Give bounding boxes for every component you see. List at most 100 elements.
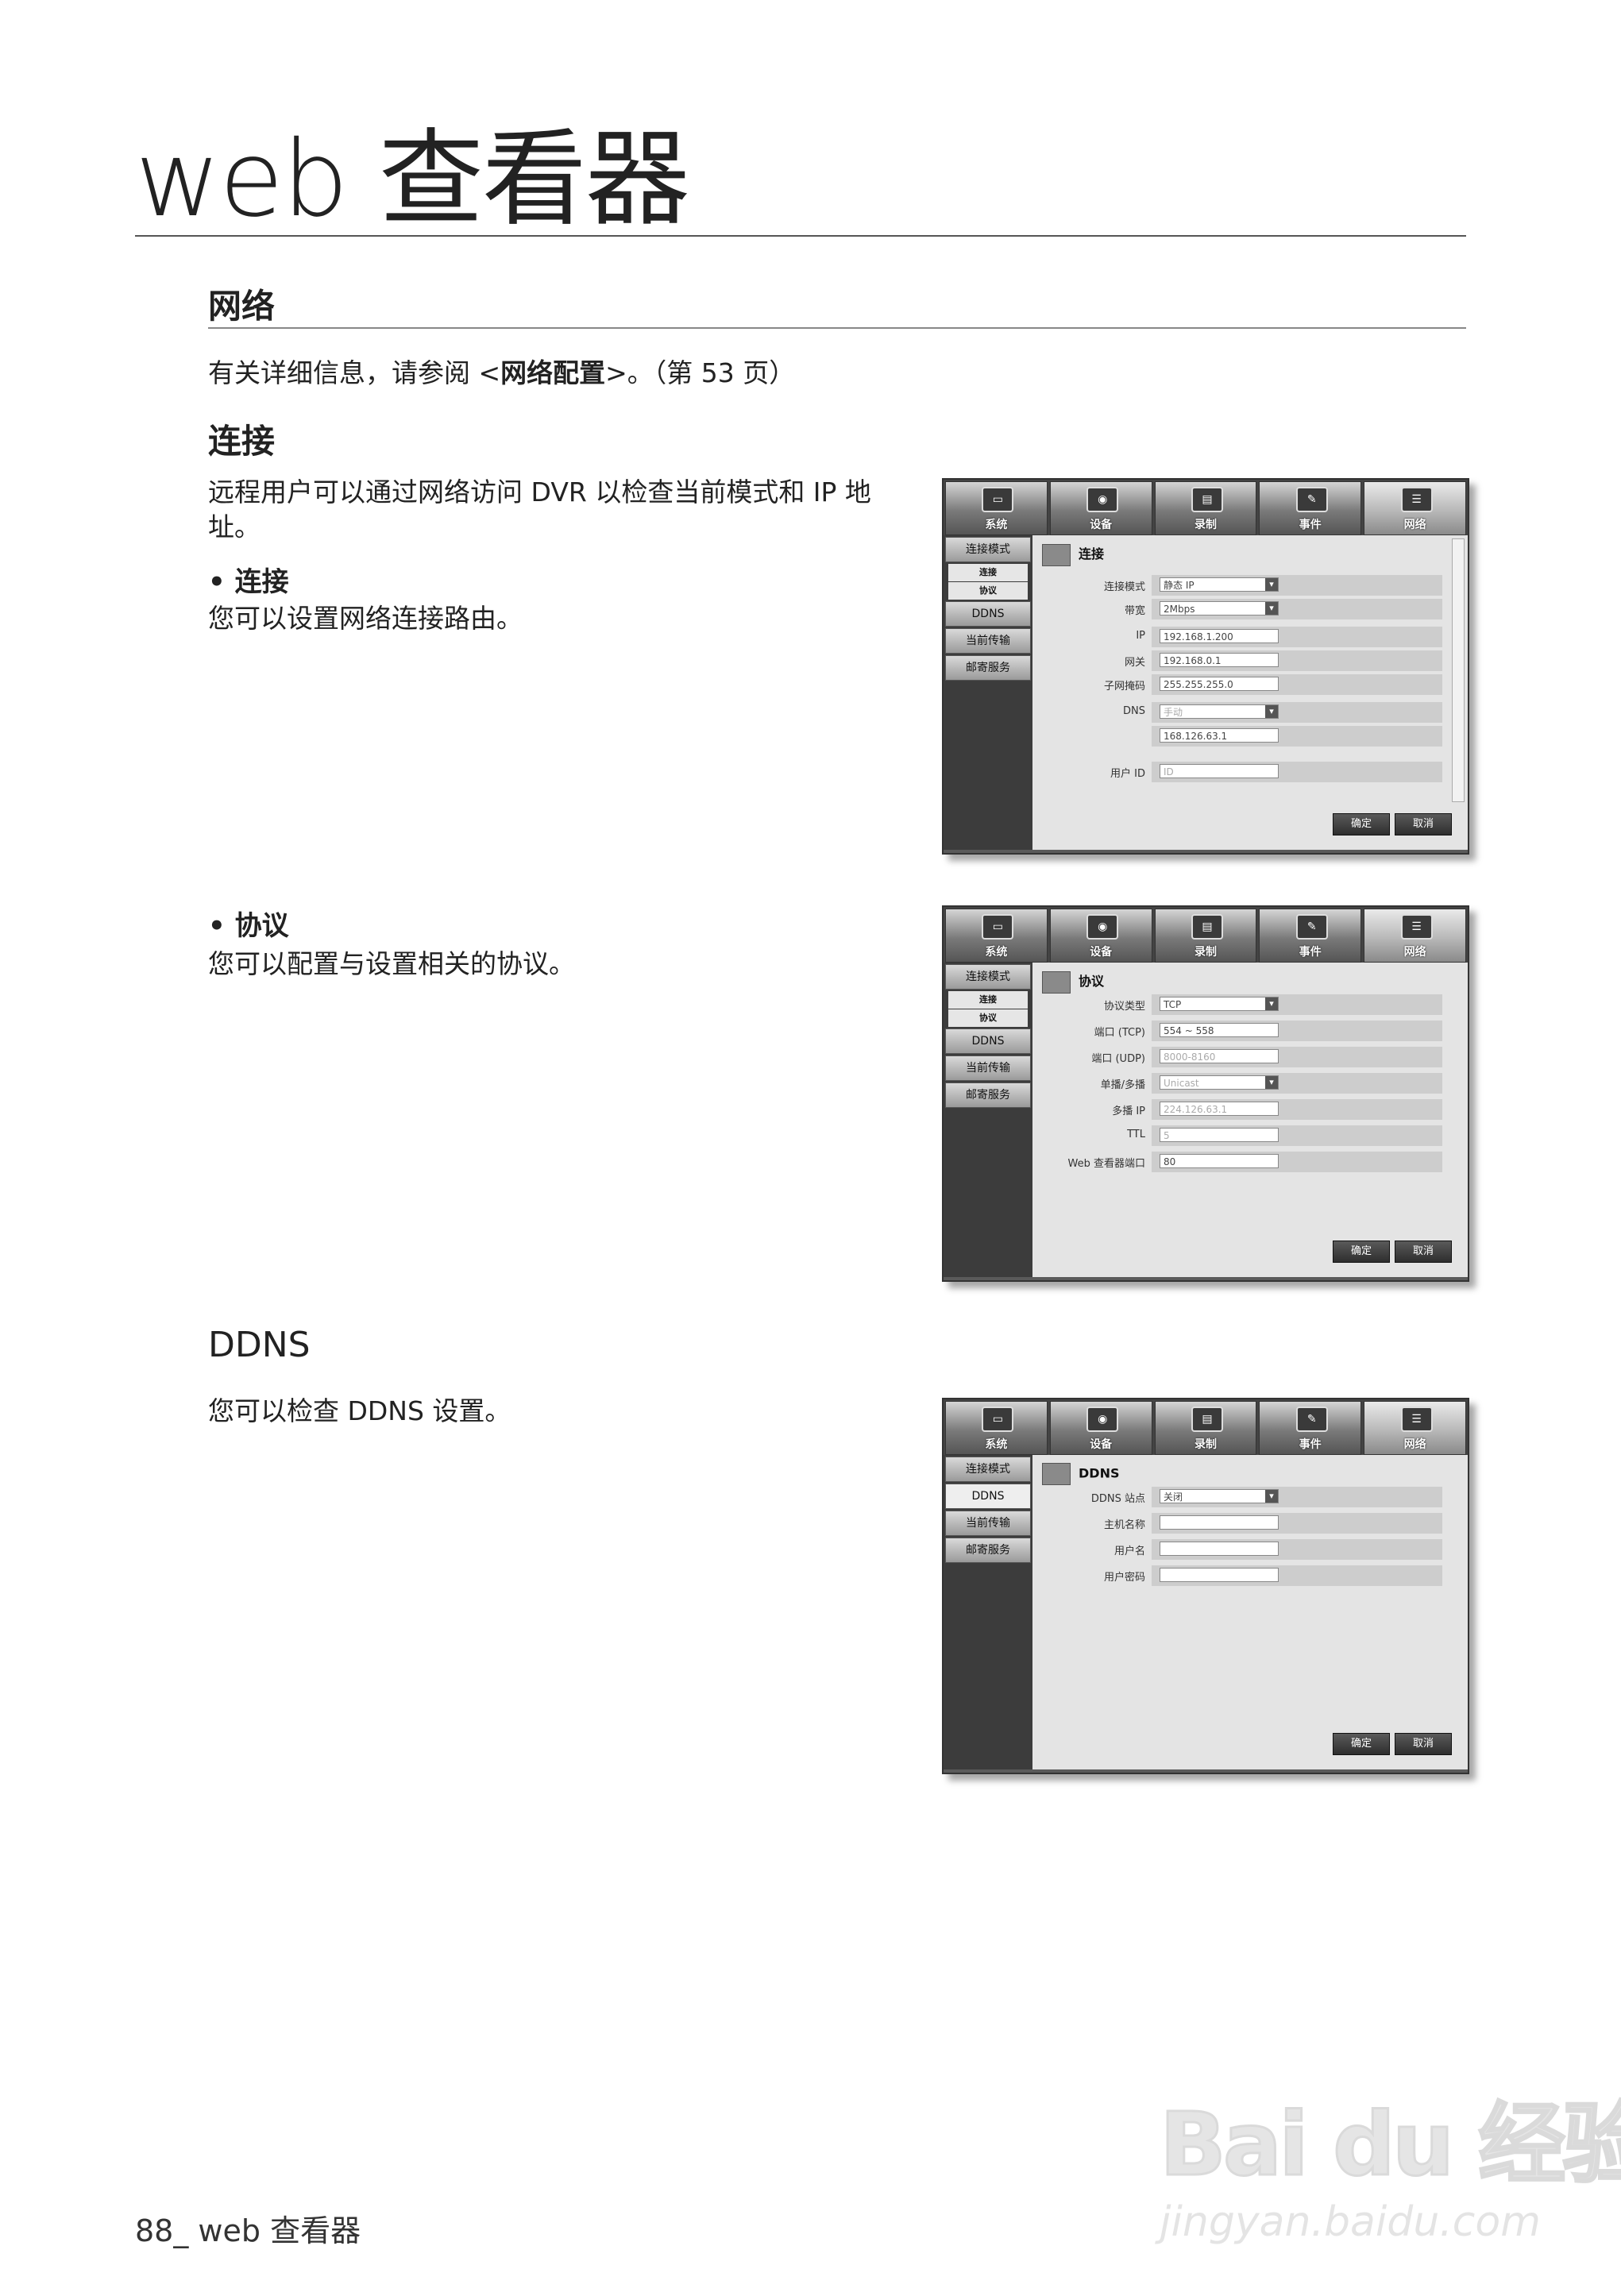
- bullet-connection-desc: 您可以设置网络连接路由。: [208, 603, 523, 634]
- proto-type-select[interactable]: TCP: [1160, 997, 1279, 1011]
- conn-mode-select[interactable]: 静态 IP: [1160, 577, 1279, 592]
- camera-icon: ◉: [1086, 914, 1119, 940]
- user-id-field[interactable]: ID: [1160, 764, 1279, 778]
- dns-select[interactable]: 手动: [1160, 704, 1279, 719]
- side-item-mail[interactable]: 邮寄服务: [945, 655, 1031, 681]
- tab-network[interactable]: ☰ 网络: [1364, 481, 1466, 535]
- button-bar: 确定 取消: [1333, 1733, 1452, 1755]
- ttl-field[interactable]: 5: [1160, 1128, 1279, 1142]
- row-tcp-port: 端口 (TCP) 554 ~ 558: [1094, 1021, 1442, 1041]
- rec-icon: ▤: [1191, 914, 1223, 940]
- multicast-ip-field[interactable]: 224.126.63.1: [1160, 1102, 1279, 1116]
- network-icon: ☰: [1400, 487, 1433, 512]
- section-connection-heading: 连接: [208, 422, 276, 461]
- bullet-protocol-desc: 您可以配置与设置相关的协议。: [208, 948, 575, 979]
- tab-event[interactable]: ✎ 事件: [1259, 909, 1362, 963]
- row-bandwidth: 带宽 2Mbps: [1125, 599, 1442, 619]
- cancel-button[interactable]: 取消: [1395, 1733, 1452, 1755]
- side-item-mail[interactable]: 邮寄服务: [945, 1082, 1031, 1108]
- event-icon: ✎: [1295, 487, 1328, 512]
- cast-select[interactable]: Unicast: [1160, 1075, 1279, 1090]
- tab-system[interactable]: ▭ 系统: [945, 909, 1048, 963]
- tab-bar: ▭ 系统 ◉ 设备 ▤ 录制 ✎ 事件 ☰ 网络: [944, 1399, 1468, 1455]
- tab-event[interactable]: ✎ 事件: [1259, 1401, 1362, 1455]
- row-ttl: TTL 5: [1127, 1125, 1442, 1146]
- gateway-field[interactable]: 192.168.0.1: [1160, 653, 1279, 667]
- subnet-field[interactable]: 255.255.255.0: [1160, 677, 1279, 691]
- side-item-ddns[interactable]: DDNS: [945, 1484, 1031, 1509]
- tab-system[interactable]: ▭ 系统: [945, 481, 1048, 535]
- web-port-field[interactable]: 80: [1160, 1154, 1279, 1168]
- content-ddns: DDNS DDNS 站点关闭 主机名称 用户名 用户密码 确定 取消: [1032, 1455, 1468, 1769]
- title-rule: [135, 235, 1466, 237]
- side-item-conn-mode[interactable]: 连接模式: [945, 964, 1031, 990]
- screenshot-ddns: ▭ 系统 ◉ 设备 ▤ 录制 ✎ 事件 ☰ 网络 连接模式 DDNS 当前传输 邮寄服务 …: [942, 1398, 1469, 1774]
- row-user-password: 用户密码: [1104, 1565, 1442, 1586]
- cancel-button[interactable]: 取消: [1395, 1241, 1452, 1263]
- watermark: Bai du 经验 jingyan.baidu.com: [1144, 2057, 1621, 2255]
- tab-record[interactable]: ▤ 录制: [1154, 909, 1257, 963]
- tab-event[interactable]: ✎ 事件: [1259, 481, 1362, 535]
- tab-device[interactable]: ◉ 设备: [1049, 909, 1152, 963]
- tab-system[interactable]: ▭ 系统: [945, 1401, 1048, 1455]
- content-title: DDNS: [1042, 1463, 1119, 1485]
- scrollbar[interactable]: [1452, 538, 1465, 802]
- side-sub-protocol[interactable]: 协议: [948, 1009, 1028, 1027]
- side-item-mail[interactable]: 邮寄服务: [945, 1538, 1031, 1563]
- side-menu: 连接模式 DDNS 当前传输 邮寄服务: [944, 1455, 1032, 1769]
- side-item-ddns[interactable]: DDNS: [945, 601, 1031, 627]
- monitor-icon: ▭: [982, 914, 1014, 940]
- side-menu: 连接模式 连接 协议 DDNS 当前传输 邮寄服务: [944, 535, 1032, 850]
- side-item-conn-mode[interactable]: 连接模式: [945, 537, 1031, 562]
- user-name-field[interactable]: [1160, 1542, 1279, 1556]
- reference-text: 有关详细信息，请参阅 <网络配置>。（第 53 页）: [208, 356, 795, 391]
- camera-icon: ◉: [1086, 487, 1119, 512]
- side-item-transfer[interactable]: 当前传输: [945, 628, 1031, 654]
- cancel-button[interactable]: 取消: [1395, 813, 1452, 835]
- host-name-field[interactable]: [1160, 1515, 1279, 1530]
- row-subnet: 子网掩码 255.255.255.0: [1104, 674, 1442, 695]
- side-item-conn-mode[interactable]: 连接模式: [945, 1457, 1031, 1482]
- bullet-protocol-title: • 协议: [208, 910, 289, 942]
- watermark-logo: Bai du 经验: [1158, 2093, 1621, 2197]
- rec-icon: ▤: [1191, 1407, 1223, 1432]
- page-footer: 88_ web 查看器: [135, 2213, 361, 2248]
- row-conn-mode: 连接模式 静态 IP: [1104, 575, 1442, 596]
- ok-button[interactable]: 确定: [1333, 813, 1390, 835]
- ip-field[interactable]: 192.168.1.200: [1160, 629, 1279, 643]
- network-card-icon: [1042, 970, 1071, 994]
- row-gateway: 网关 192.168.0.1: [1125, 650, 1442, 671]
- bandwidth-select[interactable]: 2Mbps: [1160, 601, 1279, 615]
- dns-ip-field[interactable]: 168.126.63.1: [1160, 728, 1279, 743]
- tab-device[interactable]: ◉ 设备: [1049, 481, 1152, 535]
- side-menu: 连接模式 连接 协议 DDNS 当前传输 邮寄服务: [944, 963, 1032, 1277]
- udp-port-field[interactable]: 8000-8160: [1160, 1049, 1279, 1063]
- row-udp-port: 端口 (UDP) 8000-8160: [1091, 1047, 1442, 1067]
- ddns-site-select[interactable]: 关闭: [1160, 1489, 1279, 1503]
- button-bar: 确定 取消: [1333, 1241, 1452, 1263]
- network-card-icon: [1042, 543, 1071, 566]
- tab-record[interactable]: ▤ 录制: [1154, 481, 1257, 535]
- ok-button[interactable]: 确定: [1333, 1241, 1390, 1263]
- ref-link: 网络配置: [500, 357, 606, 388]
- side-sub-connection[interactable]: 连接: [948, 991, 1028, 1009]
- ok-button[interactable]: 确定: [1333, 1733, 1390, 1755]
- tcp-port-field[interactable]: 554 ~ 558: [1160, 1023, 1279, 1037]
- ref-suffix: >。（第 53 页）: [605, 357, 796, 388]
- user-password-field[interactable]: [1160, 1568, 1279, 1582]
- section-ddns-heading: DDNS: [208, 1325, 311, 1365]
- tab-record[interactable]: ▤ 录制: [1154, 1401, 1257, 1455]
- side-item-ddns[interactable]: DDNS: [945, 1028, 1031, 1054]
- row-user-name: 用户名: [1114, 1539, 1442, 1560]
- side-sub-connection[interactable]: 连接: [948, 564, 1028, 581]
- tab-network[interactable]: ☰ 网络: [1364, 1401, 1466, 1455]
- side-item-transfer[interactable]: 当前传输: [945, 1511, 1031, 1536]
- tab-network[interactable]: ☰ 网络: [1364, 909, 1466, 963]
- row-host-name: 主机名称: [1104, 1513, 1442, 1534]
- side-sub-protocol[interactable]: 协议: [948, 582, 1028, 600]
- row-proto-type: 协议类型 TCP: [1104, 994, 1442, 1015]
- page-title: web 查看器: [135, 118, 690, 241]
- ref-prefix: 有关详细信息，请参阅 <: [208, 357, 501, 388]
- side-item-transfer[interactable]: 当前传输: [945, 1055, 1031, 1081]
- tab-device[interactable]: ◉ 设备: [1049, 1401, 1152, 1455]
